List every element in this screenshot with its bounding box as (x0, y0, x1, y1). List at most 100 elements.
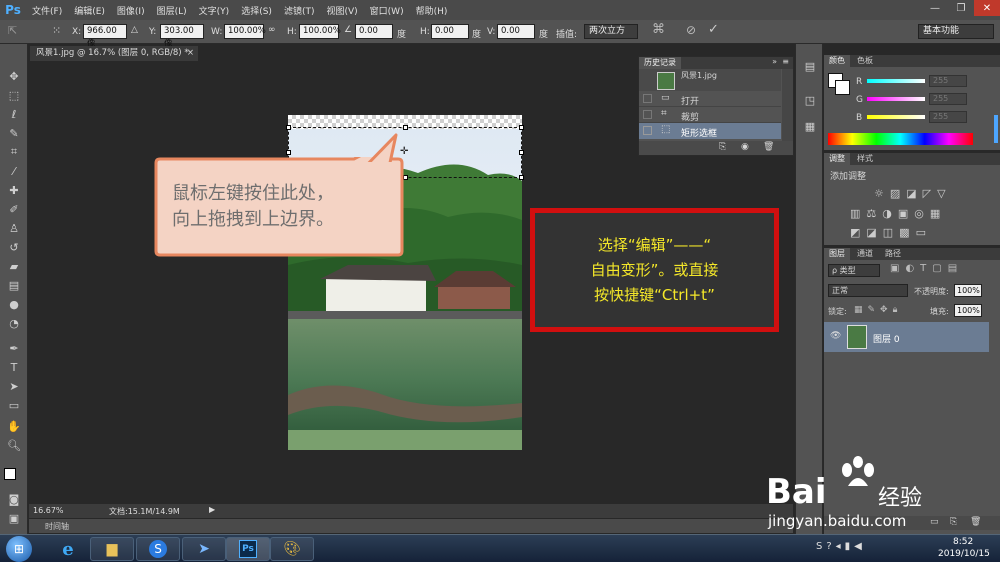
hand-tool-icon[interactable]: ✋ (5, 418, 23, 434)
zoom-tool-icon[interactable]: 🔍︎ (5, 437, 23, 453)
history-item-open[interactable]: ▭ 打开 (639, 91, 781, 107)
system-tray-icons[interactable]: S?◂▮◀ (816, 541, 866, 552)
g-slider[interactable] (867, 97, 925, 101)
history-checkbox[interactable] (643, 94, 652, 103)
start-button[interactable]: ⊞ (6, 536, 32, 562)
path-select-tool-icon[interactable]: ➤ (5, 378, 23, 394)
swatches-tab[interactable]: 色板 (852, 55, 878, 67)
channels-tab[interactable]: 通道 (852, 248, 878, 260)
layer-row[interactable]: 👁︎ 图层 0 (824, 322, 989, 352)
shape-tool-icon[interactable]: ▭ (5, 397, 23, 413)
opacity-field[interactable]: 100% (954, 284, 982, 297)
adjustments-tab[interactable]: 调整 (824, 153, 850, 165)
menu-view[interactable]: 视图(V) (320, 4, 363, 17)
ie-taskbar-icon[interactable]: e (46, 537, 90, 561)
paths-tab[interactable]: 路径 (880, 248, 906, 260)
timeline-label[interactable]: 时间轴 (45, 521, 69, 532)
move-tool-icon[interactable]: ✥ (5, 68, 23, 84)
quick-mask-icon[interactable]: ◙ (5, 491, 23, 507)
stamp-tool-icon[interactable]: ♙ (5, 220, 23, 236)
explorer-taskbar-icon[interactable]: ▆ (90, 537, 134, 561)
b-value[interactable]: 255 (929, 111, 967, 123)
brush-tool-icon[interactable]: ✐ (5, 201, 23, 217)
reference-point-icon[interactable]: ⁙ (52, 24, 61, 37)
transform-handle-top[interactable] (403, 125, 408, 130)
layer-filter-icons[interactable]: ▣◐T▢▤ (890, 263, 963, 274)
adjustment-icons-row-3[interactable]: ◩◪◫▩▭ (850, 226, 932, 239)
history-brush-icon[interactable]: ↺ (5, 239, 23, 255)
styles-tab[interactable]: 样式 (852, 153, 878, 165)
color-tab[interactable]: 颜色 (824, 55, 850, 67)
type-tool-icon[interactable]: T (5, 359, 23, 375)
layer-visibility-icon[interactable]: 👁︎ (830, 331, 841, 341)
workspace-select[interactable]: 基本功能 (918, 24, 994, 39)
layer-filter-select[interactable]: ρ 类型 (828, 264, 880, 277)
eraser-tool-icon[interactable]: ▰ (5, 258, 23, 274)
menu-window[interactable]: 窗口(W) (364, 4, 410, 17)
r-slider[interactable] (867, 79, 925, 83)
transform-handle-right[interactable] (519, 150, 524, 155)
screen-mode-icon[interactable]: ▣ (5, 510, 23, 526)
g-value[interactable]: 255 (929, 93, 967, 105)
transform-handle-br[interactable] (519, 175, 524, 180)
x-field[interactable]: 966.00 像 (83, 24, 127, 49)
history-item-crop[interactable]: ⌗ 裁剪 (639, 107, 781, 123)
zoom-level[interactable]: 16.67% (33, 506, 64, 515)
h-field[interactable]: 100.00% (299, 24, 341, 39)
delta-icon[interactable]: △ (131, 25, 138, 35)
adjustment-icons-row-2[interactable]: ▥⚖◑▣◎▦ (850, 207, 946, 220)
quick-select-tool-icon[interactable]: ✎ (5, 125, 23, 141)
commit-transform-icon[interactable]: ✓ (708, 22, 719, 37)
r-value[interactable]: 255 (929, 75, 967, 87)
crop-tool-icon[interactable]: ⌗ (5, 144, 23, 160)
blur-tool-icon[interactable]: ● (5, 296, 23, 312)
vskew-field[interactable]: 0.00 (497, 24, 535, 39)
gradient-tool-icon[interactable]: ▤ (5, 277, 23, 293)
properties-panel-icon[interactable]: ▦ (801, 118, 819, 134)
history-item-marquee[interactable]: ⬚ 矩形选框 (639, 123, 781, 139)
dodge-tool-icon[interactable]: ◔ (5, 315, 23, 331)
link-icon[interactable]: ∞ (268, 25, 276, 35)
menu-layer[interactable]: 图层(L) (151, 4, 193, 17)
close-button[interactable]: ✕ (974, 0, 1000, 16)
transform-handle-tl[interactable] (286, 125, 291, 130)
adjustment-icons-row-1[interactable]: ☼▨◪◸▽ (874, 187, 952, 200)
trash-icon[interactable]: 🗑︎ (763, 142, 774, 152)
menu-select[interactable]: 选择(S) (235, 4, 278, 17)
camera-icon[interactable]: ◉ (741, 142, 749, 152)
interp-select[interactable]: 两次立方 (584, 24, 638, 39)
app-taskbar-icon[interactable]: ➤ (182, 537, 226, 561)
history-snapshot[interactable]: 风景1.jpg (639, 69, 781, 93)
restore-button[interactable]: ❐ (948, 0, 974, 16)
y-field[interactable]: 303.00 像 (160, 24, 204, 49)
lasso-tool-icon[interactable]: ℓ (5, 106, 23, 122)
paint-taskbar-icon[interactable]: 🎨︎ (270, 537, 314, 561)
menu-help[interactable]: 帮助(H) (410, 4, 454, 17)
menu-filter[interactable]: 滤镜(T) (278, 4, 321, 17)
b-slider[interactable] (867, 115, 925, 119)
history-checkbox[interactable] (643, 110, 652, 119)
blend-mode-select[interactable]: 正常 (828, 284, 908, 297)
eyedropper-tool-icon[interactable]: ⁄ (5, 163, 23, 179)
layers-tab[interactable]: 图层 (824, 248, 850, 260)
menu-image[interactable]: 图像(I) (111, 4, 151, 17)
foreground-color-swatch[interactable] (4, 468, 16, 480)
clock-time[interactable]: 8:52 (953, 537, 973, 547)
fill-field[interactable]: 100% (954, 304, 982, 317)
document-tab[interactable]: 风景1.jpg @ 16.7% (图层 0, RGB/8) * × (30, 46, 198, 61)
panel-menu-icon[interactable]: ≡ (782, 57, 789, 66)
panel-scroll-indicator[interactable] (994, 115, 998, 143)
bg-color-chip[interactable] (835, 80, 850, 95)
history-panel-tab[interactable]: 历史记录 (639, 57, 681, 69)
photoshop-taskbar-icon[interactable]: Ps (226, 537, 270, 561)
clock-date[interactable]: 2019/10/15 (938, 549, 990, 559)
status-menu-arrow-icon[interactable]: ▶ (209, 505, 215, 514)
close-tab-icon[interactable]: × (187, 46, 194, 61)
lock-icons[interactable]: ▦✎✥🔒︎ (854, 305, 902, 315)
new-document-from-state-icon[interactable]: ⎘ (719, 142, 726, 152)
pen-tool-icon[interactable]: ✒ (5, 340, 23, 356)
color-spectrum[interactable] (828, 133, 973, 145)
menu-file[interactable]: 文件(F) (26, 4, 68, 17)
transform-handle-tr[interactable] (519, 125, 524, 130)
warp-icon[interactable]: ⌘ (652, 22, 665, 37)
